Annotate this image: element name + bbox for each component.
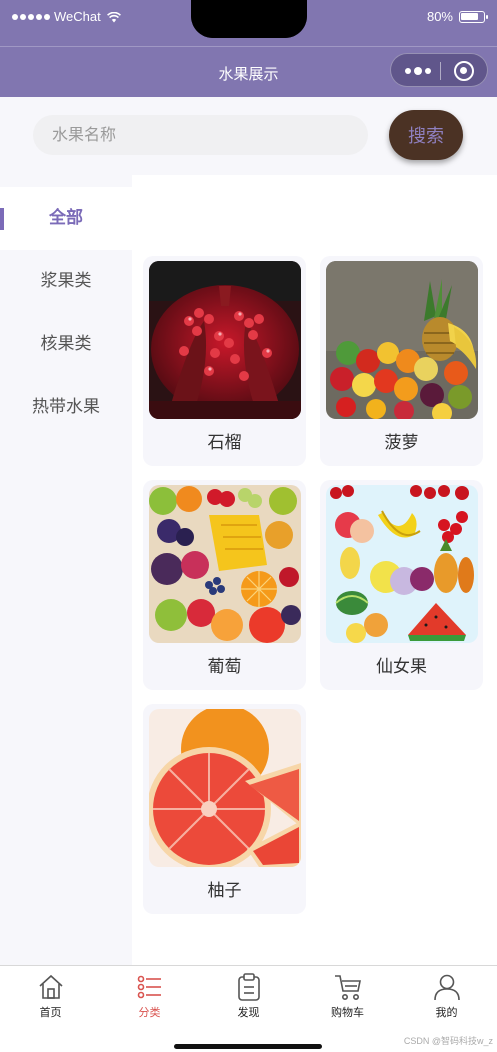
product-card[interactable]: 葡萄: [143, 480, 306, 690]
tab-label: 购物车: [331, 1006, 364, 1019]
tab-label: 分类: [138, 1006, 161, 1019]
tab-cart[interactable]: 购物车: [298, 972, 397, 1020]
status-left: WeChat: [12, 9, 121, 24]
carrier-label: WeChat: [54, 9, 101, 24]
sidebar-item-tropical[interactable]: 热带水果: [0, 376, 132, 439]
product-card[interactable]: 仙女果: [320, 480, 483, 690]
tab-label: 发现: [237, 1006, 260, 1019]
tab-home[interactable]: 首页: [1, 972, 100, 1020]
home-indicator: [174, 1044, 322, 1049]
wifi-icon: [106, 11, 121, 22]
sidebar-item-berries[interactable]: 浆果类: [0, 250, 132, 313]
product-name: 仙女果: [376, 657, 427, 677]
sidebar-item-stone-fruit[interactable]: 核果类: [0, 313, 132, 376]
tab-label: 我的: [435, 1006, 458, 1019]
battery-fill: [461, 12, 478, 20]
battery-icon: [459, 10, 488, 23]
category-list-icon: [137, 975, 161, 999]
cart-icon: [334, 975, 361, 1000]
capsule-divider: [440, 62, 441, 80]
product-name: 菠萝: [384, 433, 419, 453]
top-bar: WeChat 80% 水果展示: [0, 0, 497, 97]
nav-bar: 水果展示: [0, 46, 497, 97]
product-image-pomelo[interactable]: [149, 709, 301, 867]
product-name: 石榴: [207, 433, 242, 453]
home-icon: [38, 974, 63, 999]
status-right: 80%: [426, 9, 488, 24]
close-target-icon[interactable]: [454, 61, 474, 81]
product-name: 葡萄: [207, 657, 242, 677]
user-icon: [433, 974, 460, 1001]
product-card[interactable]: 柚子: [143, 704, 306, 914]
tab-discover[interactable]: 发现: [199, 972, 298, 1020]
watermark: CSDN @智码科技w_z: [403, 1036, 493, 1046]
product-image-pineapple[interactable]: [326, 261, 478, 419]
search-bar: 搜索: [0, 97, 497, 175]
product-grid: 石榴 菠萝 葡萄 仙女果 柚子: [132, 175, 497, 965]
miniprogram-capsule[interactable]: [390, 53, 488, 87]
battery-percent: 80%: [426, 9, 453, 24]
camera-notch: [191, 0, 307, 38]
tab-label: 首页: [39, 1006, 62, 1019]
product-image-grape[interactable]: [149, 485, 301, 643]
tab-profile[interactable]: 我的: [397, 972, 496, 1020]
product-image-pomegranate[interactable]: [149, 261, 301, 419]
search-button[interactable]: 搜索: [389, 110, 463, 160]
product-card[interactable]: 石榴: [143, 256, 306, 466]
product-image-fairy-fruit[interactable]: [326, 485, 478, 643]
status-bar: WeChat 80%: [0, 0, 497, 38]
product-card[interactable]: 菠萝: [320, 256, 483, 466]
product-name: 柚子: [207, 881, 242, 901]
category-sidebar: 全部 浆果类 核果类 热带水果: [0, 175, 132, 965]
clipboard-icon: [237, 973, 260, 1001]
search-input[interactable]: [33, 115, 368, 155]
signal-icon: [12, 13, 50, 20]
sidebar-item-all[interactable]: 全部: [0, 187, 132, 250]
more-icon[interactable]: [405, 67, 431, 75]
tab-category[interactable]: 分类: [100, 972, 199, 1020]
